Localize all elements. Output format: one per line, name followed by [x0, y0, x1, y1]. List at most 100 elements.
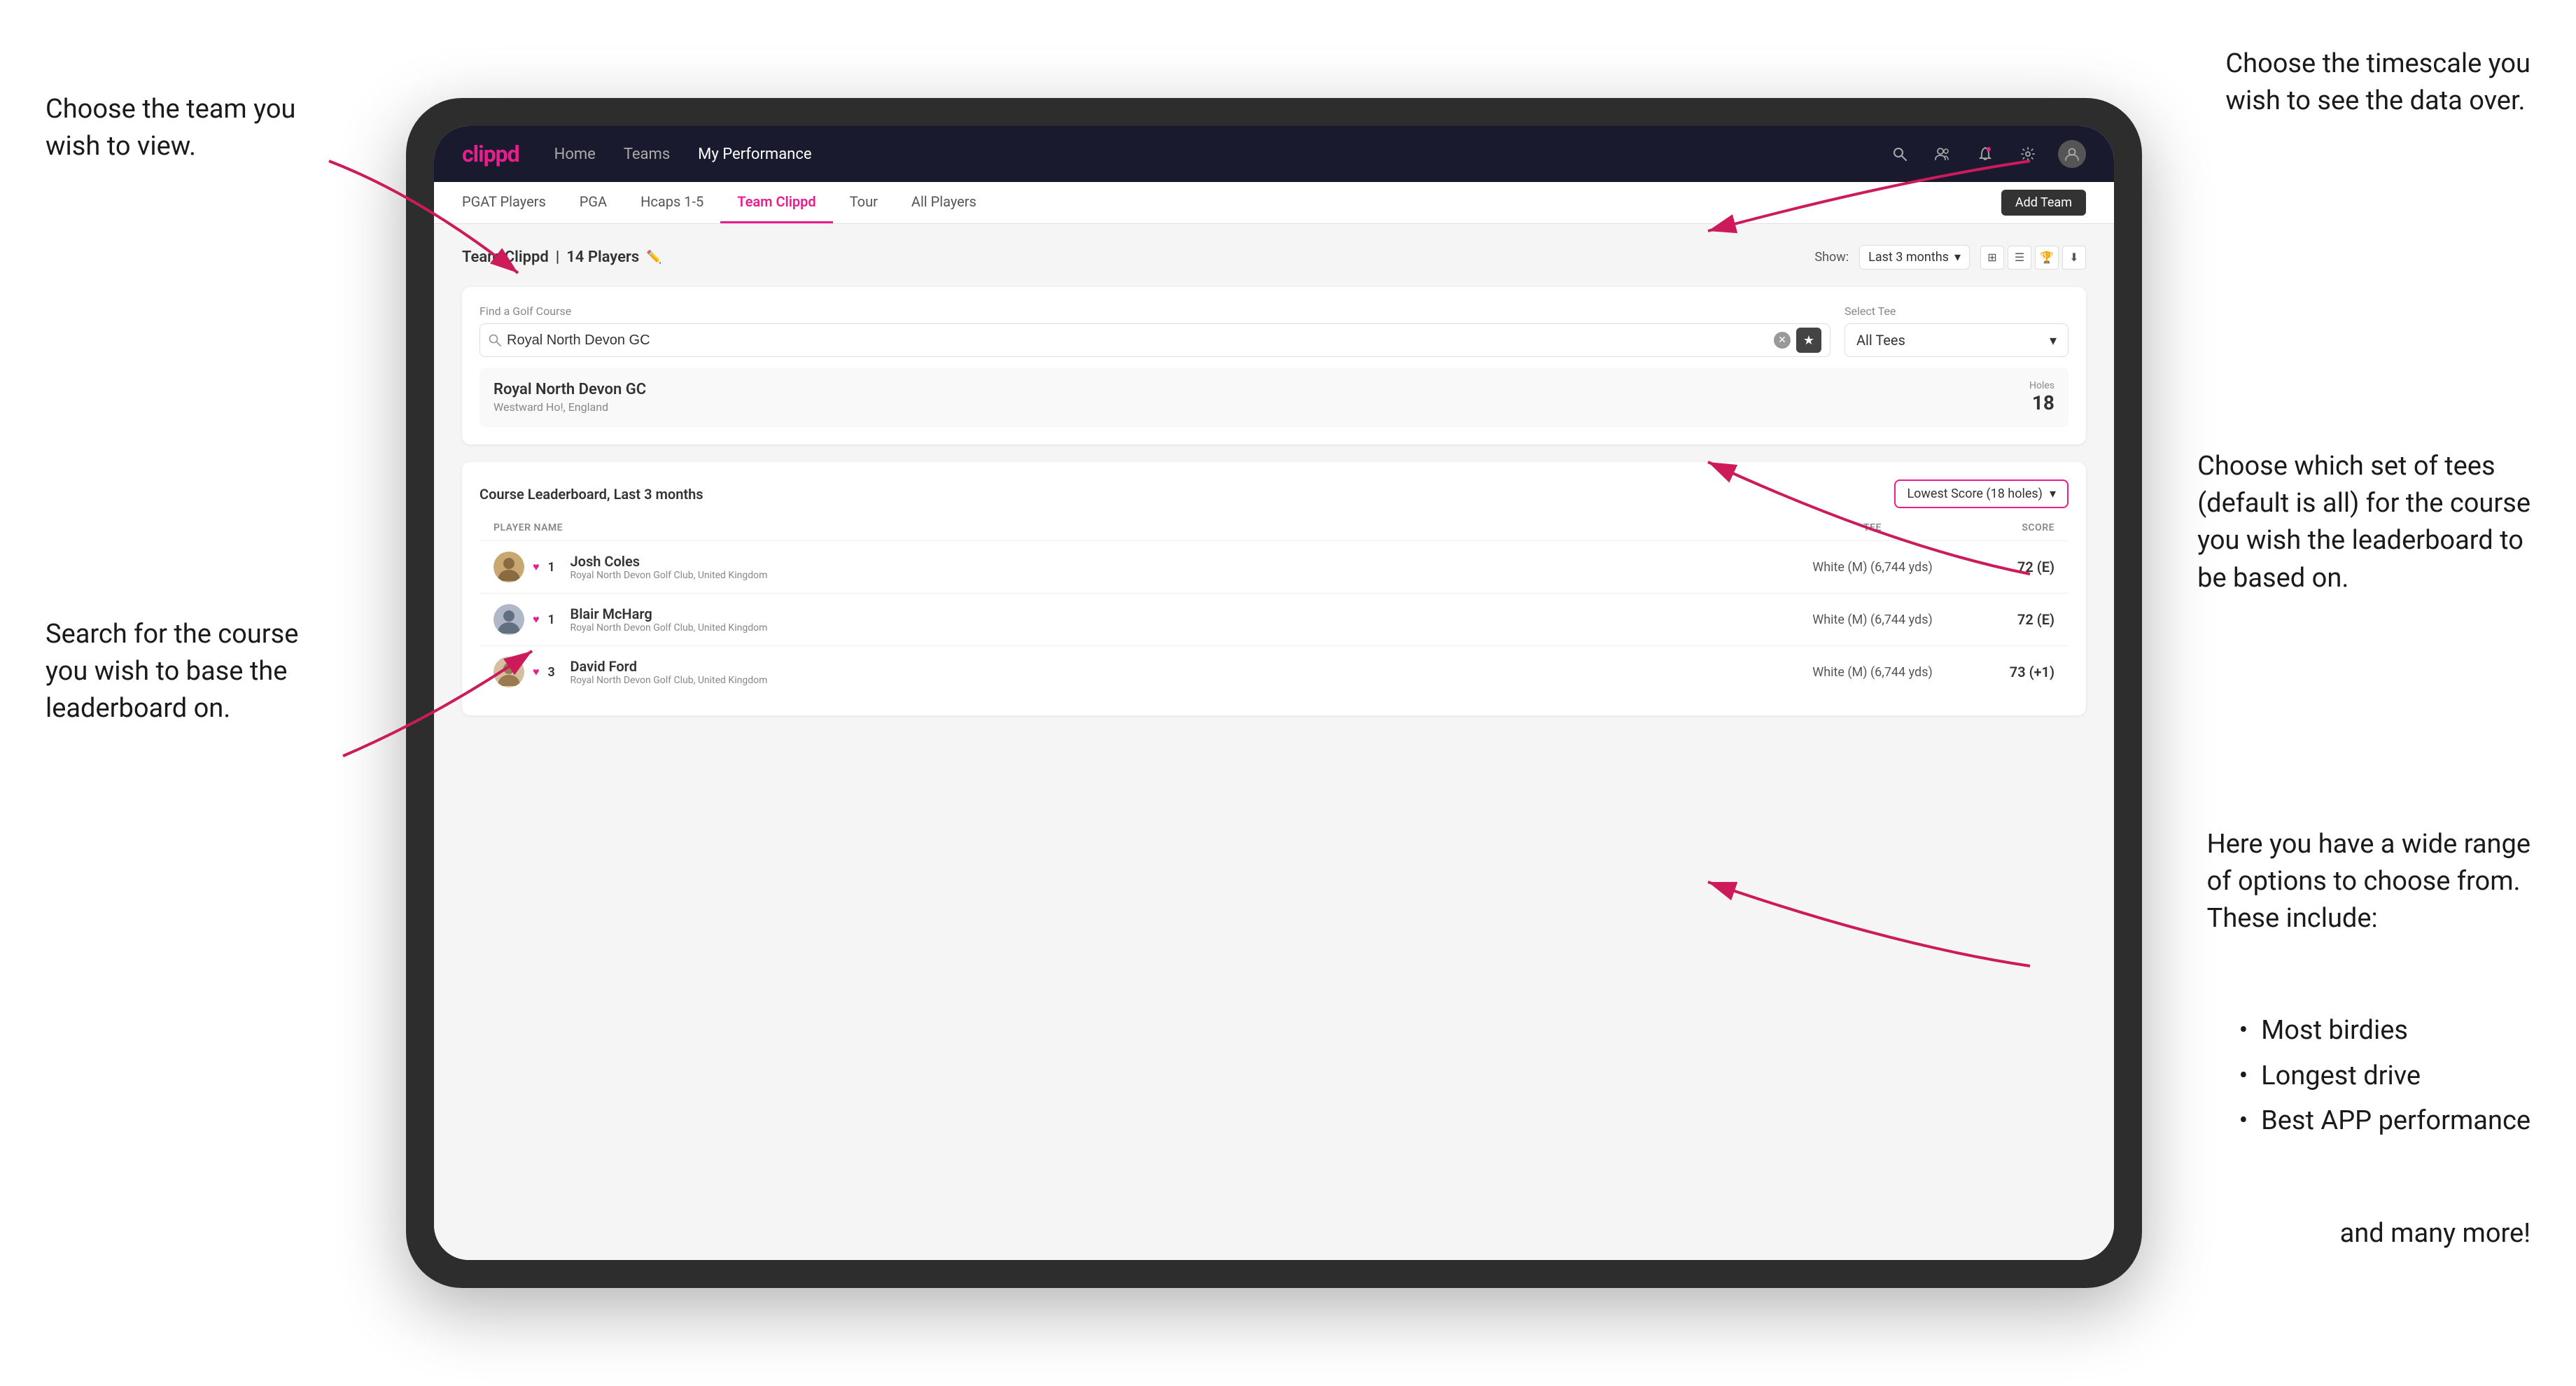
people-icon[interactable]: [1930, 141, 1955, 167]
nav-home[interactable]: Home: [554, 146, 596, 163]
user-avatar[interactable]: [2058, 140, 2086, 168]
course-search-input[interactable]: [507, 332, 1768, 349]
leaderboard-title-text: Course Leaderboard,: [479, 486, 610, 503]
player-avatar-2: [493, 604, 524, 635]
score-cell-3: 73 (+1): [1970, 664, 2054, 680]
tee-cell-1: White (M) (6,744 yds): [1774, 560, 1970, 575]
team-name: Team Clippd: [462, 248, 549, 266]
edit-icon[interactable]: ✏️: [646, 250, 662, 265]
show-label: Show:: [1814, 250, 1849, 265]
sub-navigation: PGAT Players PGA Hcaps 1-5 Team Clippd T…: [434, 182, 2114, 224]
annotation-team-choice: Choose the team you wish to view.: [46, 91, 312, 165]
player-cell-3: ♥ 3 David Ford Royal North Devon Golf Cl…: [493, 657, 1774, 687]
search-row: Find a Golf Course ✕ ★ Select Tee: [479, 304, 2068, 357]
annotation-tee-choice: Choose which set of tees(default is all)…: [2197, 448, 2530, 597]
score-type-dropdown[interactable]: Lowest Score (18 holes) ▾: [1894, 479, 2068, 508]
leaderboard-subtitle: Last 3 months: [614, 486, 704, 503]
score-type-value: Lowest Score (18 holes): [1907, 486, 2043, 501]
column-score: SCORE: [1970, 522, 2054, 533]
tablet-frame: clippd Home Teams My Performance: [406, 98, 2142, 1288]
annotation-score-options: Here you have a wide rangeof options to …: [2207, 826, 2530, 938]
search-input-icon: [489, 334, 501, 346]
grid-view-icon[interactable]: ⊞: [1980, 246, 2004, 270]
course-holes: Holes 18: [2029, 380, 2054, 414]
leaderboard-header: Course Leaderboard, Last 3 months Lowest…: [479, 479, 2068, 508]
show-value: Last 3 months: [1868, 250, 1949, 265]
nav-links: Home Teams My Performance: [554, 146, 812, 163]
show-dropdown[interactable]: Last 3 months ▾: [1859, 245, 1970, 270]
player-avatar-1: [493, 552, 524, 582]
column-tee: TEE: [1774, 522, 1970, 533]
tee-select-field: Select Tee All Tees ▾: [1844, 304, 2068, 357]
brand-logo: clippd: [462, 141, 519, 167]
course-result: Royal North Devon GC Westward Ho!, Engla…: [479, 368, 2068, 427]
search-input-wrapper: ✕ ★: [479, 323, 1830, 357]
bell-icon[interactable]: [1973, 141, 1998, 167]
annotation-course-search: Search for the courseyou wish to base th…: [46, 616, 298, 728]
leaderboard-columns: PLAYER NAME TEE SCORE: [479, 522, 2068, 533]
player-club-3: Royal North Devon Golf Club, United King…: [570, 675, 768, 686]
dropdown-chevron-icon: ▾: [1954, 250, 1961, 265]
subnav-tour[interactable]: Tour: [833, 182, 895, 223]
tee-cell-3: White (M) (6,744 yds): [1774, 665, 1970, 680]
player-club-1: Royal North Devon Golf Club, United King…: [570, 570, 768, 581]
team-title: Team Clippd | 14 Players ✏️: [462, 248, 662, 266]
team-header-right: Show: Last 3 months ▾ ⊞ ☰ 🏆 ⬇: [1814, 245, 2086, 270]
player-heart-icon-3: ♥: [533, 665, 540, 679]
player-rank-3: 3: [548, 665, 562, 680]
trophy-icon[interactable]: 🏆: [2035, 246, 2059, 270]
column-player: PLAYER NAME: [493, 522, 1774, 533]
leaderboard-row: ♥ 1 Josh Coles Royal North Devon Golf Cl…: [479, 540, 2068, 593]
holes-count: 18: [2029, 391, 2054, 414]
star-button[interactable]: ★: [1796, 328, 1821, 353]
course-search-field: Find a Golf Course ✕ ★: [479, 304, 1830, 357]
navbar: clippd Home Teams My Performance: [434, 126, 2114, 182]
nav-my-performance[interactable]: My Performance: [698, 146, 811, 163]
subnav-all-players[interactable]: All Players: [895, 182, 993, 223]
separator: |: [556, 248, 560, 266]
view-icons: ⊞ ☰ 🏆 ⬇: [1980, 246, 2086, 270]
clear-search-button[interactable]: ✕: [1774, 332, 1791, 349]
tee-dropdown-chevron-icon: ▾: [2050, 332, 2057, 349]
player-rank-1: 1: [548, 560, 562, 575]
navbar-icons: [1887, 140, 2086, 168]
and-more: and many more!: [2340, 1218, 2530, 1249]
subnav-hcaps[interactable]: Hcaps 1-5: [624, 182, 720, 223]
player-info-3: David Ford Royal North Devon Golf Club, …: [570, 658, 768, 686]
holes-label: Holes: [2029, 380, 2054, 391]
player-heart-icon-1: ♥: [533, 560, 540, 574]
bullets: • Most birdies • Longest drive • Best AP…: [2239, 1008, 2530, 1144]
player-name-3: David Ford: [570, 658, 768, 675]
player-count: 14 Players: [566, 248, 639, 266]
subnav-team-clippd[interactable]: Team Clippd: [720, 182, 832, 223]
subnav-pgat[interactable]: PGAT Players: [462, 182, 563, 223]
download-icon[interactable]: ⬇: [2062, 246, 2086, 270]
course-location: Westward Ho!, England: [493, 400, 646, 414]
tee-label: Select Tee: [1844, 304, 2068, 318]
leaderboard-title: Course Leaderboard, Last 3 months: [479, 486, 704, 503]
annotation-timescale: Choose the timescale youwish to see the …: [2225, 46, 2530, 120]
score-type-chevron-icon: ▾: [2050, 486, 2056, 501]
find-course-label: Find a Golf Course: [479, 304, 1830, 318]
nav-teams[interactable]: Teams: [624, 146, 670, 163]
player-info-1: Josh Coles Royal North Devon Golf Club, …: [570, 553, 768, 581]
add-team-button[interactable]: Add Team: [2001, 190, 2086, 216]
player-info-2: Blair McHarg Royal North Devon Golf Club…: [570, 606, 768, 634]
tee-value: All Tees: [1856, 332, 1905, 349]
list-view-icon[interactable]: ☰: [2008, 246, 2031, 270]
tee-dropdown[interactable]: All Tees ▾: [1844, 323, 2068, 357]
course-name: Royal North Devon GC: [493, 381, 646, 398]
player-cell-1: ♥ 1 Josh Coles Royal North Devon Golf Cl…: [493, 552, 1774, 582]
player-name-2: Blair McHarg: [570, 606, 768, 622]
player-name-1: Josh Coles: [570, 553, 768, 570]
score-cell-1: 72 (E): [1970, 559, 2054, 575]
leaderboard: Course Leaderboard, Last 3 months Lowest…: [462, 462, 2086, 715]
tablet-screen: clippd Home Teams My Performance: [434, 126, 2114, 1260]
player-avatar-3: [493, 657, 524, 687]
score-cell-2: 72 (E): [1970, 611, 2054, 628]
settings-icon[interactable]: [2015, 141, 2040, 167]
leaderboard-row: ♥ 1 Blair McHarg Royal North Devon Golf …: [479, 593, 2068, 645]
search-icon[interactable]: [1887, 141, 1912, 167]
main-content: Team Clippd | 14 Players ✏️ Show: Last 3…: [434, 224, 2114, 1260]
subnav-pga[interactable]: PGA: [563, 182, 624, 223]
